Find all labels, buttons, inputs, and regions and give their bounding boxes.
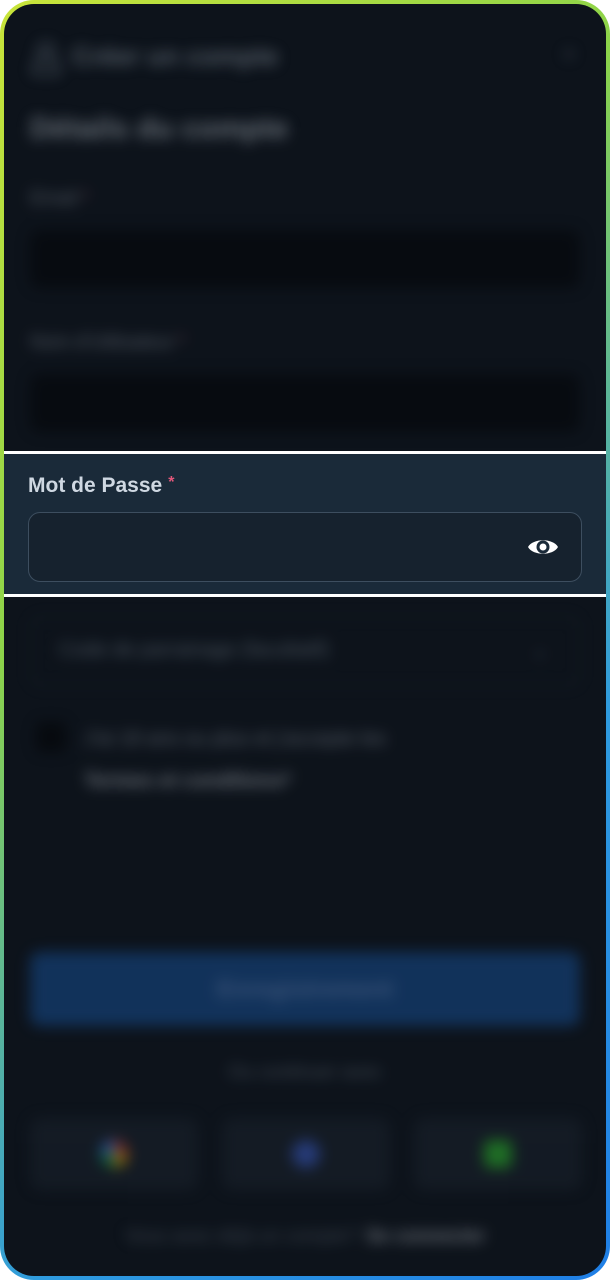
login-link[interactable]: Se connecter [366,1226,485,1247]
email-field[interactable] [30,230,580,288]
password-input[interactable] [28,512,582,582]
user-icon [30,42,60,75]
register-button[interactable]: Enregistrement [30,952,580,1026]
google-icon [100,1140,128,1168]
footer-text: Vous avez déjà un compte? [124,1226,359,1247]
top-bar: Créer un compte × [30,36,580,76]
terms-text: J'ai 18 ans ou plus et j'accepte les [84,728,387,750]
line-icon [484,1140,512,1168]
eye-icon[interactable] [526,530,560,564]
password-label: Mot de Passe * [28,474,175,497]
page-title: Créer un compte [72,40,279,71]
facebook-login-button[interactable] [222,1118,390,1190]
facebook-icon [292,1140,320,1168]
device-frame: Créer un compte × Détails du compte Emai… [0,0,610,1280]
blurred-background: Créer un compte × Détails du compte Emai… [4,4,606,1276]
username-label: Nom d'Utilisateur * [30,332,186,353]
section-title: Détails du compte [30,112,289,145]
chevron-down-icon: ⌄ [530,637,549,662]
email-label: Email * [30,188,89,209]
footer: Vous avez déjà un compte? Se connecter [4,1226,606,1248]
referral-select[interactable]: Code de parrainage (facultatif) ⌄ [30,616,580,686]
terms-checkbox[interactable] [36,722,66,752]
terms-link[interactable]: Termes et conditions* [84,770,291,793]
username-field[interactable] [30,374,580,432]
line-login-button[interactable] [414,1118,582,1190]
register-button-label: Enregistrement [216,976,394,1003]
referral-placeholder: Code de parrainage (facultatif) [59,639,330,661]
close-icon[interactable]: × [558,43,580,67]
password-field-group: Mot de Passe * [4,451,606,597]
social-divider: Ou continuer avec [227,1062,383,1083]
app-screen: Créer un compte × Détails du compte Emai… [4,4,606,1276]
google-login-button[interactable] [30,1118,198,1190]
